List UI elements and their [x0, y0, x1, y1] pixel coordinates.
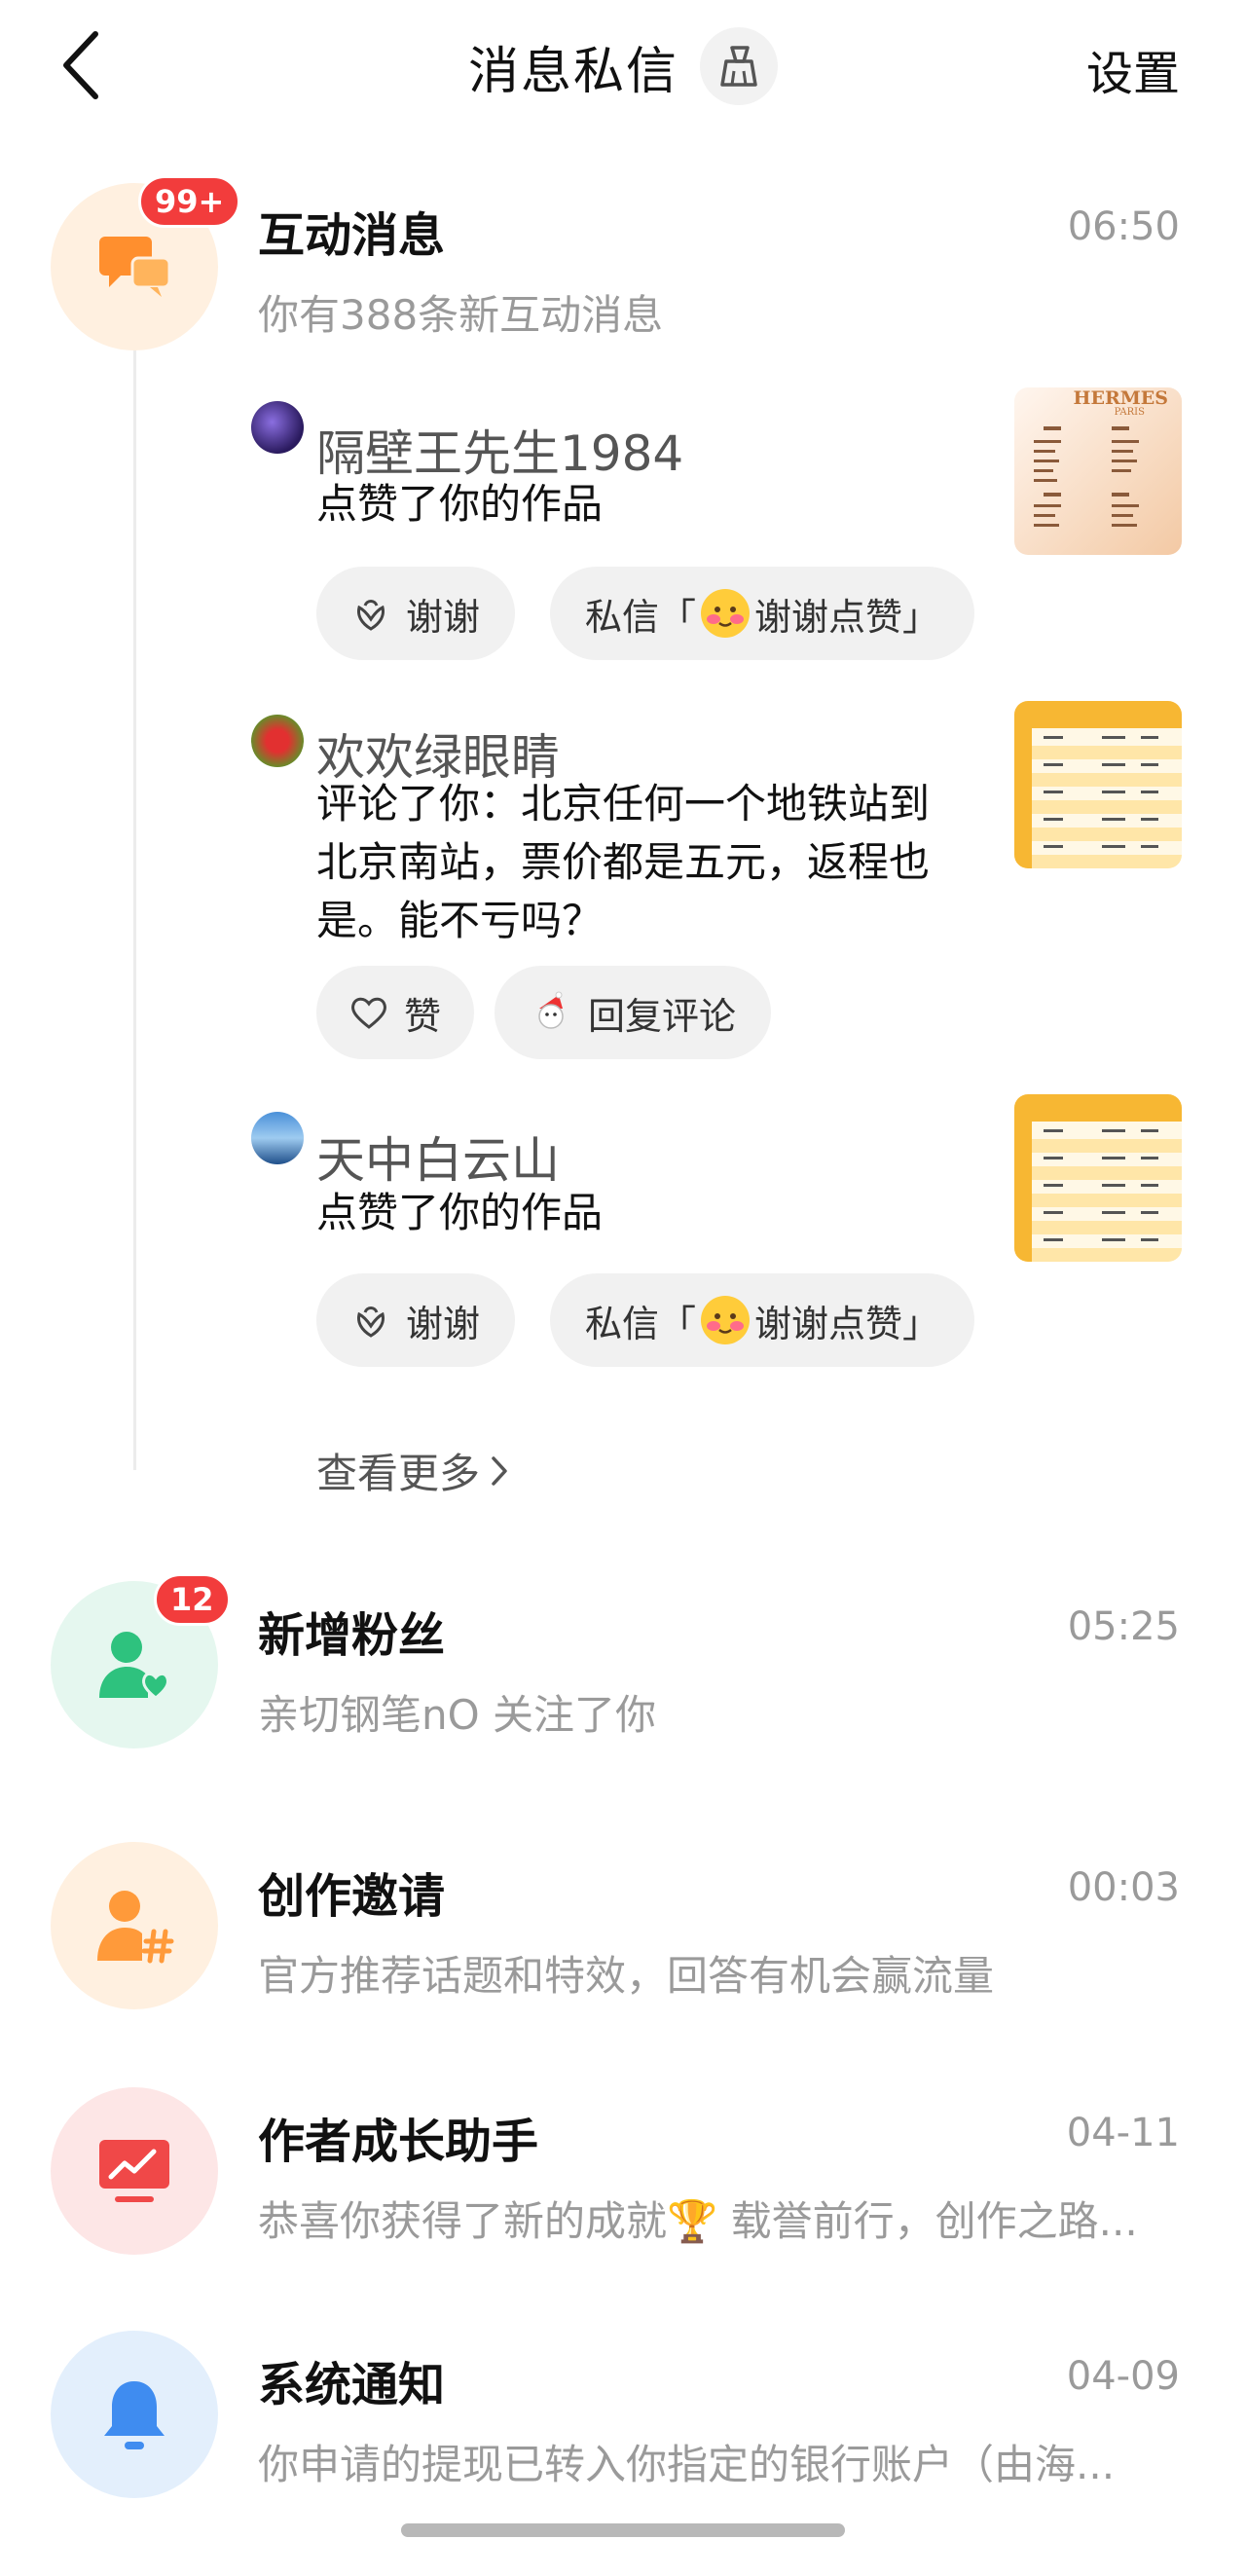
row-time: 04-11	[1066, 2111, 1180, 2155]
person-heart-icon	[99, 1632, 169, 1700]
row-subtitle: 你申请的提现已转入你指定的银行账户（由海...	[258, 2441, 1116, 2488]
view-more-link[interactable]: 查看更多	[316, 1441, 509, 1500]
row-subtitle: 亲切钢笔nO 关注了你	[258, 1691, 657, 1739]
unread-badge: 12	[154, 1573, 231, 1626]
row-title: 作者成长助手	[258, 2115, 539, 2169]
row-subtitle: 你有388条新互动消息	[258, 291, 664, 339]
row-title: 互动消息	[258, 208, 446, 263]
bell-icon	[104, 2381, 165, 2449]
row-time: 04-09	[1066, 2354, 1180, 2399]
private-message-thanks-button[interactable]: 私信「 谢谢点赞」	[550, 567, 975, 660]
user-name[interactable]: 天中白云山	[316, 1122, 560, 1192]
row-time: 00:03	[1067, 1865, 1180, 1910]
thanks-label: 谢谢	[406, 1302, 481, 1345]
table-thumbnail	[1014, 1094, 1182, 1262]
clear-unread-button[interactable]	[700, 27, 778, 105]
row-subtitle: 恭喜你获得了新的成就🏆 载誉前行，创作之路...	[258, 2197, 1138, 2245]
user-avatar[interactable]	[251, 715, 304, 767]
top-bar: 消息私信 设置	[0, 0, 1246, 136]
row-subtitle: 官方推荐话题和特效，回答有机会赢流量	[258, 1952, 995, 2000]
like-label: 赞	[404, 994, 442, 1038]
chat-bubbles-icon	[99, 237, 171, 297]
broom-icon	[720, 46, 757, 87]
heart-outline-icon	[351, 997, 386, 1029]
action-text: 点赞了你的作品	[316, 480, 604, 528]
chip-label-tail: 谢谢点赞」	[754, 1302, 940, 1345]
table-thumbnail	[1014, 701, 1182, 868]
reply-label: 回复评论	[588, 994, 737, 1038]
private-message-thanks-button[interactable]: 私信「 谢谢点赞」	[550, 1273, 975, 1367]
work-thumbnail[interactable]	[1014, 1094, 1182, 1262]
chevron-right-icon	[492, 1455, 507, 1486]
system-avatar	[51, 2331, 218, 2498]
unread-badge: 99+	[138, 175, 241, 228]
timeline-line	[133, 350, 136, 1470]
like-button[interactable]: 赞	[316, 966, 475, 1059]
chip-label: 私信「	[585, 595, 697, 639]
chip-label-tail: 谢谢点赞」	[754, 595, 940, 639]
row-title: 创作邀请	[258, 1869, 446, 1924]
chart-monitor-icon	[99, 2140, 169, 2202]
thanks-button[interactable]: 谢谢	[316, 1273, 516, 1367]
home-indicator[interactable]	[401, 2523, 845, 2537]
work-thumbnail[interactable]	[1014, 701, 1182, 868]
invite-avatar	[51, 1842, 218, 2009]
reply-comment-button[interactable]: 回复评论	[495, 966, 772, 1059]
settings-button[interactable]: 设置	[1086, 35, 1180, 103]
view-more-label: 查看更多	[316, 1450, 481, 1497]
thanks-flower-icon	[357, 1306, 385, 1338]
person-hashtag-icon	[97, 1891, 174, 1964]
growth-avatar	[51, 2087, 218, 2255]
thanks-button[interactable]: 谢谢	[316, 567, 516, 660]
page-title: 消息私信	[467, 42, 678, 101]
blush-emoji-icon	[701, 1296, 751, 1344]
user-avatar[interactable]	[251, 401, 304, 454]
row-title: 系统通知	[258, 2358, 446, 2412]
thumb-lines	[1034, 426, 1139, 527]
thanks-label: 谢谢	[406, 595, 481, 639]
row-time: 06:50	[1067, 204, 1180, 249]
santa-emoji-icon	[538, 991, 564, 1029]
thanks-flower-icon	[357, 600, 385, 631]
comment-text: 评论了你：北京任何一个地铁站到北京南站，票价都是五元，返程也是。能不亏吗？	[316, 780, 931, 944]
blush-emoji-icon	[701, 589, 751, 638]
chip-label: 私信「	[585, 1302, 697, 1345]
action-text: 点赞了你的作品	[316, 1189, 604, 1236]
work-thumbnail[interactable]: HERMES PARIS	[1014, 387, 1182, 555]
user-avatar[interactable]	[251, 1112, 304, 1164]
row-title: 新增粉丝	[258, 1608, 446, 1663]
row-time: 05:25	[1067, 1604, 1180, 1649]
